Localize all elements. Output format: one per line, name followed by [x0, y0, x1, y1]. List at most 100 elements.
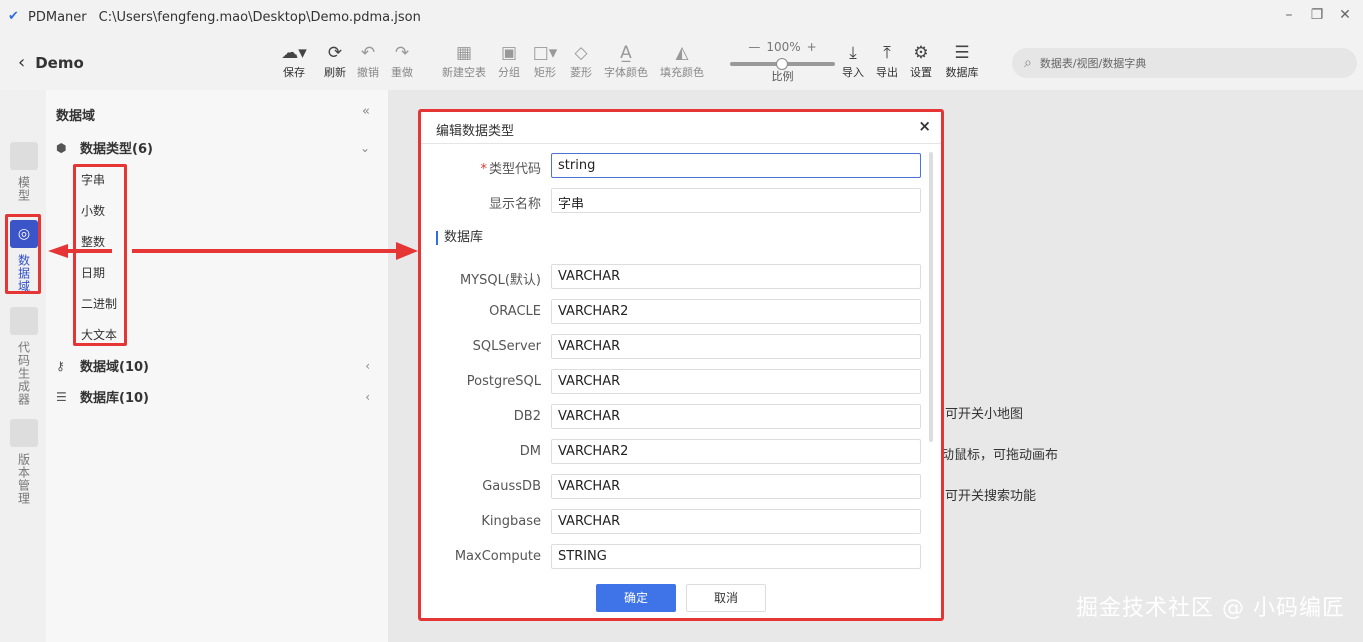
- project-name: Demo: [35, 53, 84, 72]
- edit-datatype-dialog: 编辑数据类型 × * 类型代码 string 显示名称 字串 数据库 MYSQL(…: [421, 112, 941, 618]
- zoom-slider-knob[interactable]: [776, 58, 789, 70]
- sidebar: 数据域 « ⬢ 数据类型(6) ⌄ 字串 小数 整数 日期 二进制 大文本 ⚷ …: [46, 90, 388, 642]
- nav-version-label: 版本管理: [16, 453, 31, 505]
- group-label: 分组: [498, 66, 520, 79]
- hint-drag: 动鼠标，可拖动画布: [941, 448, 1059, 463]
- upload-cloud-icon: ☁▾: [281, 43, 307, 63]
- dialog-header: 编辑数据类型 ×: [421, 112, 941, 144]
- type-code-label: * 类型代码: [480, 158, 541, 177]
- db-type-input[interactable]: VARCHAR: [551, 404, 921, 429]
- db-type-input[interactable]: VARCHAR: [551, 474, 921, 499]
- display-name-label: 显示名称: [488, 197, 541, 212]
- fill-color-button[interactable]: ◭ 填充颜色: [658, 42, 706, 80]
- group-button[interactable]: ▣ 分组: [496, 42, 522, 80]
- restore-icon[interactable]: ❐: [1309, 7, 1325, 23]
- search-input[interactable]: ⌕ 数据表/视图/数据字典: [1012, 48, 1357, 78]
- database-label: 数据库: [945, 66, 979, 79]
- chevron-left-icon: ‹: [365, 389, 370, 404]
- nav-codegen[interactable]: 代码生成器: [10, 307, 38, 406]
- group-databases[interactable]: ☰ 数据库(10) ‹: [56, 387, 378, 407]
- refresh-icon: ⟳: [327, 43, 343, 63]
- db-type-label: MYSQL(默认): [459, 273, 541, 288]
- confirm-button[interactable]: 确定: [596, 584, 676, 612]
- code-icon: [10, 307, 38, 335]
- annotation-arrow: [48, 242, 418, 260]
- zoom-label: 比例: [771, 70, 794, 83]
- db-type-input[interactable]: VARCHAR: [551, 369, 921, 394]
- title-bar: ✔ PDManer C:\Users\fengfeng.mao\Desktop\…: [0, 0, 1363, 34]
- close-icon[interactable]: ×: [918, 117, 931, 135]
- db-type-label: GaussDB: [482, 479, 541, 494]
- db-type-row: SQLServer VARCHAR: [421, 334, 941, 360]
- minimize-icon[interactable]: –: [1281, 7, 1297, 23]
- file-path: C:\Users\fengfeng.mao\Desktop\Demo.pdma.…: [98, 9, 421, 25]
- db-type-label: PostgreSQL: [466, 374, 541, 389]
- dialog-title: 编辑数据类型: [436, 124, 515, 139]
- display-name-input[interactable]: 字串: [551, 188, 921, 213]
- group-datatypes-label: 数据类型(6): [80, 142, 153, 157]
- db-type-input[interactable]: VARCHAR: [551, 334, 921, 359]
- section-title: 数据库: [436, 231, 483, 245]
- fill-color-icon: ◭: [675, 43, 689, 63]
- diamond-icon: ◇: [574, 43, 588, 63]
- group-domains-label: 数据域(10): [80, 360, 149, 375]
- cancel-button[interactable]: 取消: [686, 584, 766, 612]
- zoom-out-button[interactable]: —: [748, 40, 760, 54]
- settings-label: 设置: [910, 66, 932, 79]
- display-name-row: 显示名称 字串: [421, 188, 941, 214]
- sidebar-title: 数据域: [56, 109, 96, 124]
- import-icon: ⤓: [849, 43, 857, 63]
- db-type-input[interactable]: VARCHAR2: [551, 439, 921, 464]
- database-button[interactable]: ☰ 数据库: [942, 42, 982, 80]
- db-type-input[interactable]: VARCHAR: [551, 509, 921, 534]
- export-button[interactable]: ⤒ 导出: [874, 42, 900, 80]
- app-name: PDManer: [28, 9, 87, 25]
- save-button[interactable]: ☁▾ 保存: [276, 42, 312, 80]
- db-type-row: DM VARCHAR2: [421, 439, 941, 465]
- nav-model[interactable]: 模型: [10, 142, 38, 202]
- dialog-scrollbar[interactable]: [929, 152, 933, 442]
- collapse-icon[interactable]: «: [362, 104, 370, 119]
- new-table-label: 新建空表: [442, 66, 486, 79]
- undo-button[interactable]: ↶ 撤销: [355, 42, 381, 80]
- redo-button[interactable]: ↷ 重做: [389, 42, 415, 80]
- rectangle-button[interactable]: □▾ 矩形: [530, 42, 560, 80]
- redo-label: 重做: [391, 66, 413, 79]
- db-type-input[interactable]: VARCHAR2: [551, 299, 921, 324]
- group-databases-label: 数据库(10): [80, 391, 149, 406]
- db-type-row: PostgreSQL VARCHAR: [421, 369, 941, 395]
- group-datatypes[interactable]: ⬢ 数据类型(6) ⌄: [56, 138, 378, 158]
- nav-version[interactable]: 版本管理: [10, 419, 38, 505]
- new-table-button[interactable]: ▦ 新建空表: [440, 42, 488, 80]
- db-type-row: MaxCompute STRING: [421, 544, 941, 570]
- save-label: 保存: [283, 66, 305, 79]
- left-nav: 模型 ◎ 数据域 代码生成器 版本管理: [0, 90, 46, 642]
- db-type-row: DB2 VARCHAR: [421, 404, 941, 430]
- zoom-slider[interactable]: [730, 58, 835, 70]
- gear-icon: ⚙: [913, 43, 929, 63]
- zoom-in-button[interactable]: +: [807, 40, 817, 54]
- chevron-left-icon: ‹: [365, 358, 370, 373]
- db-type-input[interactable]: STRING: [551, 544, 921, 569]
- version-icon: [10, 419, 38, 447]
- type-code-input[interactable]: string: [551, 153, 921, 178]
- back-button[interactable]: ‹ Demo: [18, 52, 84, 73]
- refresh-button[interactable]: ⟳ 刷新: [322, 42, 348, 80]
- db-type-label: SQLServer: [472, 339, 541, 354]
- app-logo-icon: ✔: [8, 9, 19, 24]
- db-type-input[interactable]: VARCHAR: [551, 264, 921, 289]
- export-icon: ⤒: [883, 43, 891, 63]
- import-button[interactable]: ⤓ 导入: [840, 42, 866, 80]
- fill-color-label: 填充颜色: [660, 66, 704, 79]
- font-color-label: 字体颜色: [604, 66, 648, 79]
- toolbar: ‹ Demo ☁▾ 保存 ⟳ 刷新 ↶ 撤销 ↷ 重做 ▦ 新建空表 ▣ 分组 …: [0, 34, 1363, 90]
- settings-button[interactable]: ⚙ 设置: [908, 42, 934, 80]
- db-type-label: Kingbase: [481, 514, 541, 529]
- type-code-label-text: 类型代码: [488, 162, 541, 177]
- diamond-button[interactable]: ◇ 菱形: [568, 42, 594, 80]
- group-domains[interactable]: ⚷ 数据域(10) ‹: [56, 356, 378, 376]
- undo-icon: ↶: [360, 43, 376, 63]
- font-color-button[interactable]: A̲ 字体颜色: [602, 42, 650, 80]
- close-window-icon[interactable]: ✕: [1337, 7, 1353, 23]
- cube-icon: ⬢: [56, 140, 67, 155]
